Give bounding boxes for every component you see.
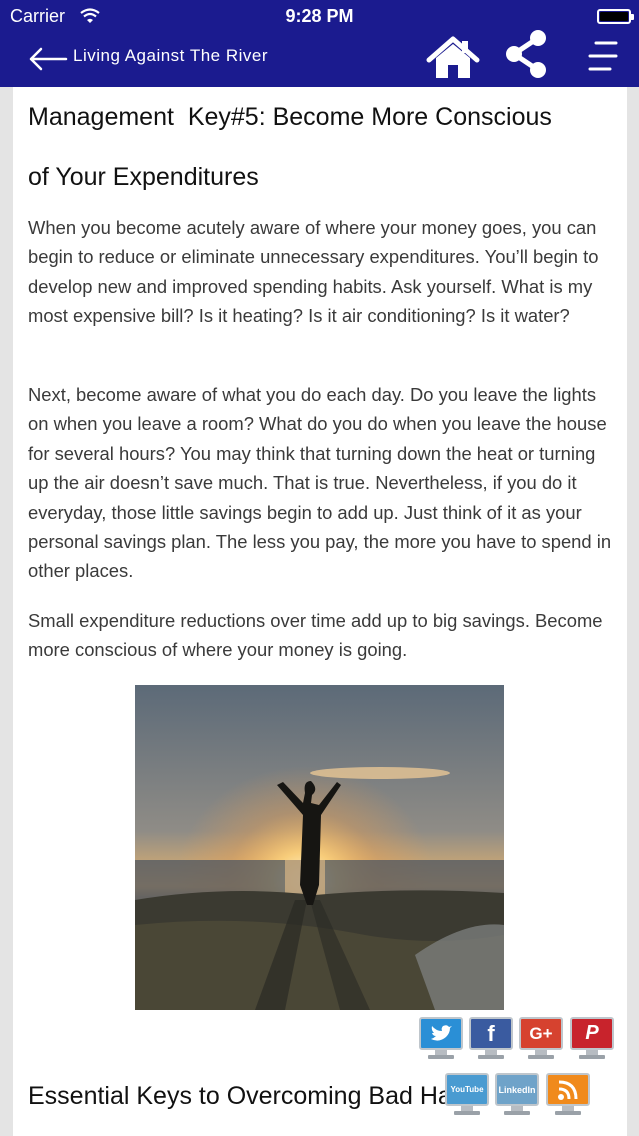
twitter-icon [419,1017,463,1050]
menu-button[interactable] [586,38,620,76]
menu-icon [586,41,620,80]
sunset-photo [135,685,504,1010]
home-icon [426,36,480,86]
status-time: 9:28 PM [285,6,354,26]
nav-bar: Living Against The River [0,30,639,87]
rss-icon [546,1073,590,1106]
googleplus-share-button[interactable]: G+ [519,1017,563,1059]
article-content: Management Key#5: Become More Conscious … [13,87,627,1136]
linkedin-share-button[interactable]: LinkedIn [495,1073,539,1115]
youtube-share-button[interactable]: YouTube [445,1073,489,1115]
pinterest-share-button[interactable]: P [570,1017,614,1059]
section-heading: Management Key#5: Become More Conscious … [28,87,608,207]
heading-line-2: of Your Expenditures [28,163,259,191]
battery-icon [597,9,634,24]
home-button[interactable] [426,36,480,82]
back-arrow-icon [26,47,70,80]
paragraph-3: Small expenditure reductions over time a… [28,610,603,661]
back-button[interactable] [26,42,70,76]
youtube-icon: YouTube [445,1073,489,1106]
paragraph-1: When you become acutely aware of where y… [28,217,599,327]
nav-title: Living Against The River [73,46,269,65]
rss-share-button[interactable] [546,1073,590,1115]
linkedin-icon: LinkedIn [495,1073,539,1106]
paragraph-2: Next, become aware of what you do each d… [28,384,612,582]
facebook-icon: f [469,1017,513,1050]
googleplus-icon: G+ [519,1017,563,1050]
twitter-share-button[interactable] [419,1017,463,1059]
share-button[interactable] [502,27,552,81]
share-icon [502,30,552,85]
facebook-share-button[interactable]: f [469,1017,513,1059]
heading-line-1: Management Key#5: Become More Conscious [28,103,552,131]
pinterest-icon: P [570,1017,614,1050]
